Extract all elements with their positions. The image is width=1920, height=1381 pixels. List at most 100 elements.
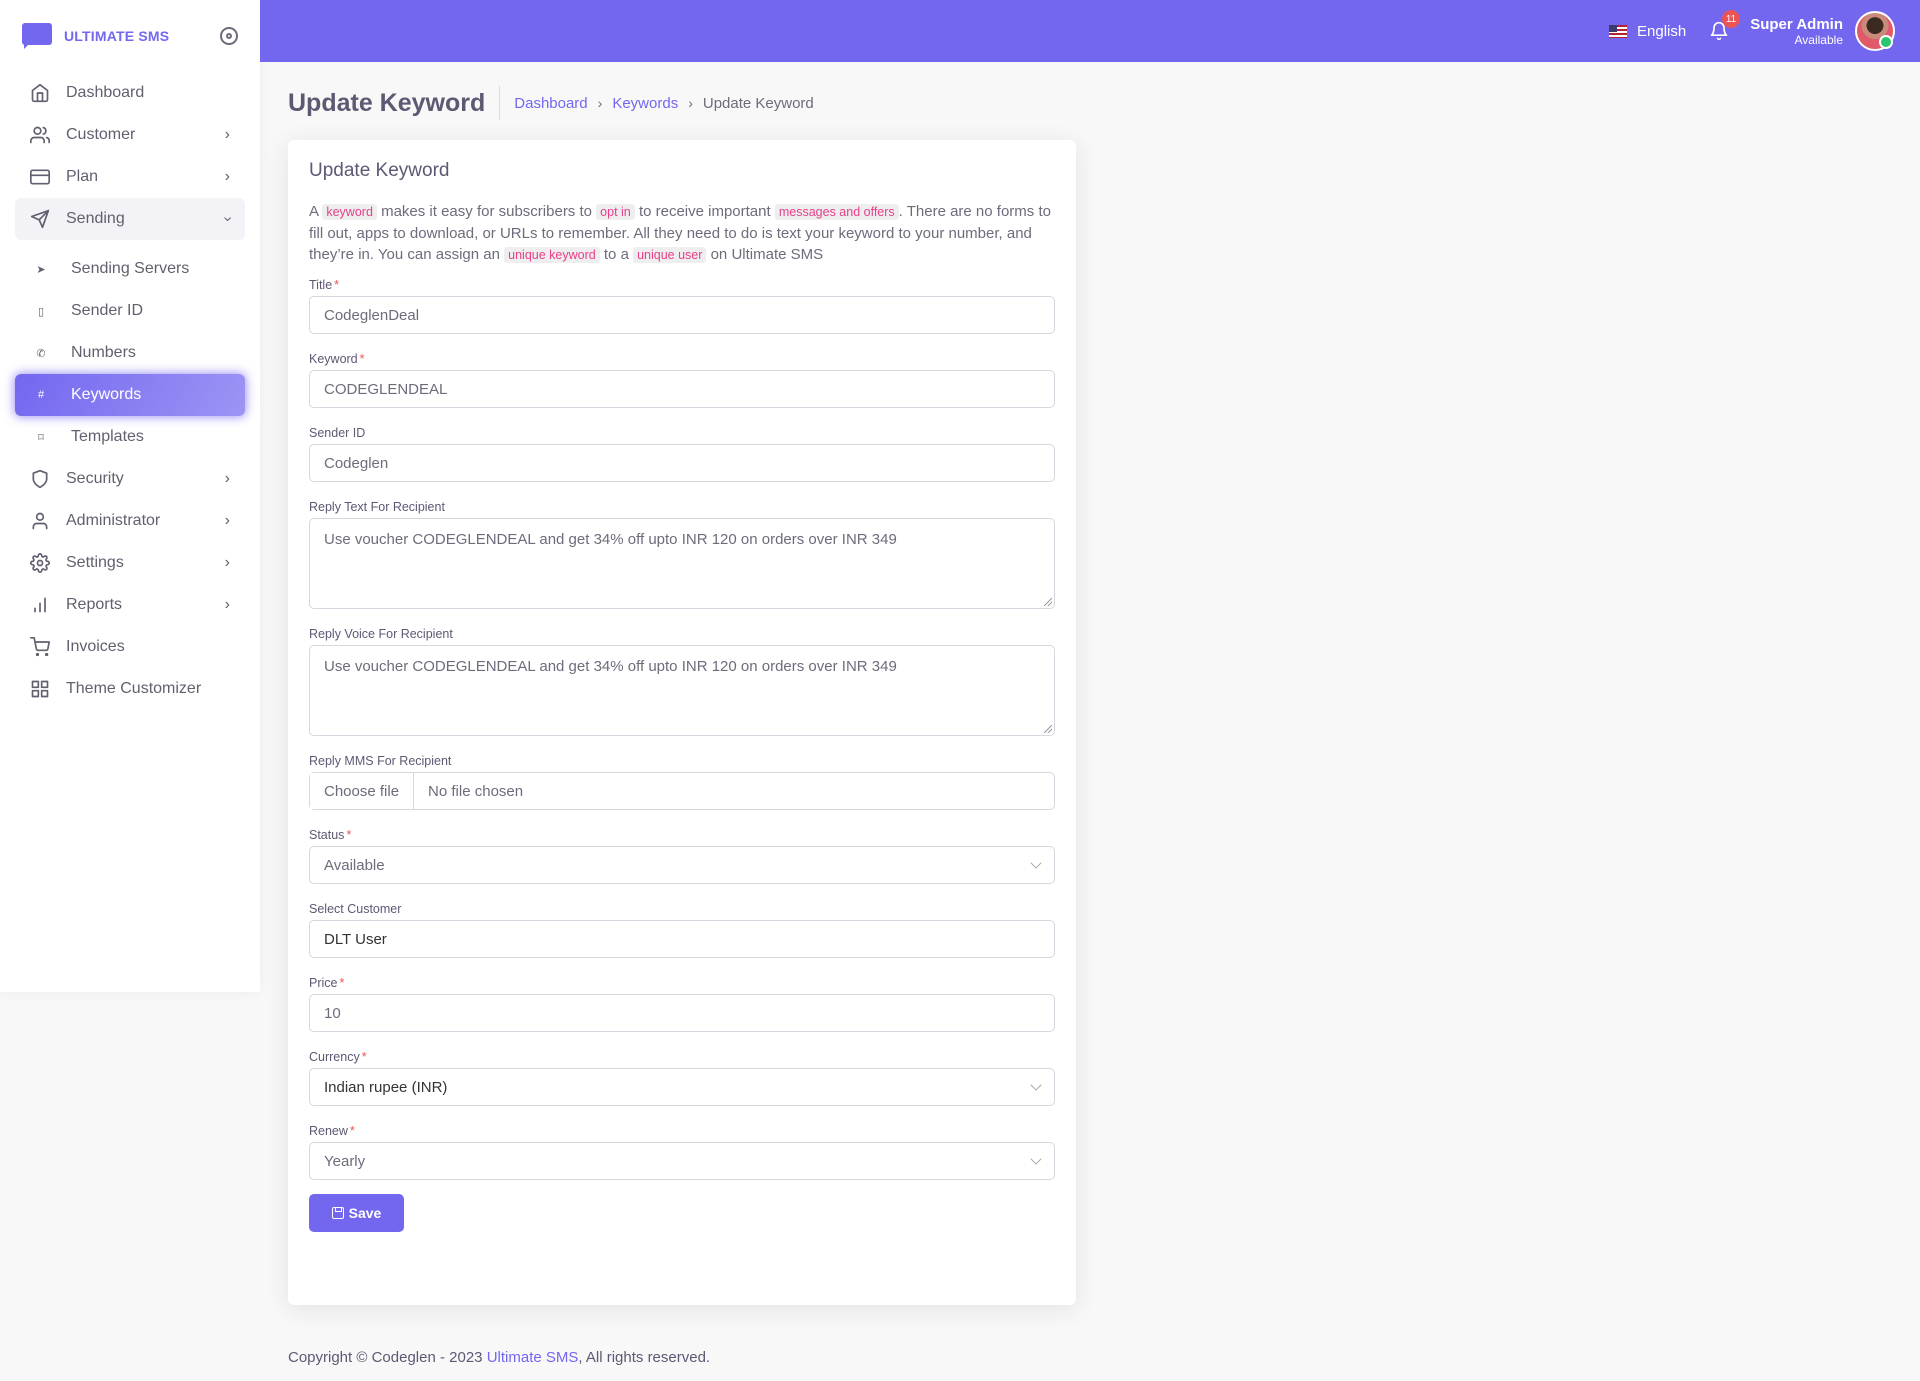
currency-field-group: Currency * Indian rupee (INR) [309, 1050, 1055, 1106]
status-selected-value: Available [324, 856, 385, 874]
top-navbar: English 11 Super Admin Available [260, 0, 1920, 62]
footer-link-ultimate-sms[interactable]: Ultimate SMS [487, 1349, 579, 1366]
sidebar-item-templates[interactable]: ⌑ Templates [15, 416, 245, 458]
breadcrumb-current: Update Keyword [702, 94, 814, 112]
sidebar-item-reports[interactable]: Reports › [15, 584, 245, 626]
page-header: Update Keyword Dashboard › Keywords › Up… [288, 86, 814, 120]
users-icon [30, 125, 50, 145]
status-label: Status * [309, 828, 1055, 842]
breadcrumb-dashboard[interactable]: Dashboard [514, 95, 587, 112]
sidebar-item-dashboard[interactable]: Dashboard [15, 72, 245, 114]
collapse-toggle-icon[interactable] [220, 27, 238, 45]
sidebar-item-sending[interactable]: Sending › [15, 198, 245, 240]
renew-label: Renew * [309, 1124, 1055, 1138]
sidebar: ULTIMATE SMS Dashboard Customer › Plan › [0, 0, 260, 992]
status-select[interactable]: Available [309, 846, 1055, 884]
user-name: Super Admin [1750, 15, 1843, 33]
renew-selected-value: Yearly [324, 1152, 366, 1170]
grid-icon [30, 679, 50, 699]
sidebar-item-label: Plan [66, 168, 99, 185]
breadcrumb-keywords[interactable]: Keywords [612, 95, 678, 112]
intro-text-segment: A [309, 203, 319, 220]
status-field-group: Status * Available [309, 828, 1055, 884]
renew-field-group: Renew * Yearly [309, 1124, 1055, 1180]
send-icon [30, 209, 50, 229]
avatar[interactable] [1855, 11, 1895, 51]
reply-voice-label: Reply Voice For Recipient [309, 627, 453, 641]
reply-text-field-group: Reply Text For Recipient Use voucher COD… [309, 500, 1055, 609]
reply-mms-label: Reply MMS For Recipient [309, 754, 452, 768]
save-button-label: Save [348, 1205, 382, 1221]
renew-select[interactable]: Yearly [309, 1142, 1055, 1180]
intro-code: keyword [322, 204, 377, 220]
us-flag-icon [1609, 24, 1627, 38]
sidebar-item-label: Customer [66, 126, 136, 143]
save-icon [331, 1207, 344, 1219]
sidebar-item-administrator[interactable]: Administrator › [15, 500, 245, 542]
title-input[interactable]: CodeglenDeal [309, 296, 1055, 334]
label-text: Renew [309, 1124, 348, 1138]
save-button[interactable]: Save [309, 1194, 404, 1232]
brand[interactable]: ULTIMATE SMS [0, 0, 260, 72]
update-keyword-card: Update Keyword A keyword makes it easy f… [288, 140, 1076, 1305]
intro-code: opt in [596, 204, 635, 220]
chevron-right-icon: › [224, 596, 230, 613]
sender-id-input[interactable]: Codeglen [309, 444, 1055, 482]
price-input[interactable]: 10 [309, 994, 1055, 1032]
label-text: Price [309, 976, 338, 990]
user-icon [30, 511, 50, 531]
footer-copyright: Copyright © Codeglen - 2023 [288, 1349, 483, 1366]
price-label: Price * [309, 976, 1055, 990]
sidebar-item-label: Numbers [71, 344, 136, 361]
reply-text-textarea[interactable]: Use voucher CODEGLENDEAL and get 34% off… [309, 518, 1055, 609]
sidebar-item-label: Sending [66, 210, 125, 227]
currency-select[interactable]: Indian rupee (INR) [309, 1068, 1055, 1106]
currency-selected-value: Indian rupee (INR) [324, 1078, 448, 1096]
intro-code: unique keyword [504, 247, 600, 263]
credit-card-icon [30, 167, 50, 187]
footer: Copyright © Codeglen - 2023 Ultimate SMS… [288, 1349, 710, 1366]
keyword-field-group: Keyword * CODEGLENDEAL [309, 352, 1055, 408]
sender-id-label: Sender ID [309, 426, 366, 440]
chevron-down-icon: › [219, 216, 237, 222]
required-marker: * [346, 828, 352, 842]
choose-file-button[interactable]: Choose file [310, 773, 415, 809]
sidebar-item-label: Administrator [66, 512, 161, 529]
bookmark-icon: ⌑ [38, 431, 44, 444]
sidebar-item-label: Reports [66, 596, 123, 613]
sidebar-item-sender-id[interactable]: ▯ Sender ID [15, 290, 245, 332]
sidebar-item-keywords[interactable]: # Keywords [15, 374, 245, 416]
sidebar-menu: Dashboard Customer › Plan › Sending › ➤ … [0, 72, 260, 710]
customer-select[interactable]: DLT User [309, 920, 1055, 958]
intro-text-segment: to a [603, 246, 629, 263]
sidebar-item-label: Sending Servers [71, 260, 190, 277]
sidebar-item-plan[interactable]: Plan › [15, 156, 245, 198]
shield-icon [30, 469, 50, 489]
sidebar-item-label: Keywords [71, 386, 142, 403]
sidebar-item-label: Dashboard [66, 84, 145, 101]
reply-mms-file-input[interactable]: Choose file No file chosen [309, 772, 1055, 810]
keyword-input[interactable]: CODEGLENDEAL [309, 370, 1055, 408]
chevron-right-icon: › [224, 554, 230, 571]
user-menu[interactable]: Super Admin Available [1750, 16, 1843, 47]
sidebar-item-theme-customizer[interactable]: Theme Customizer [15, 668, 245, 710]
reply-voice-textarea[interactable]: Use voucher CODEGLENDEAL and get 34% off… [309, 645, 1055, 736]
sidebar-item-security[interactable]: Security › [15, 458, 245, 500]
sidebar-item-sending-servers[interactable]: ➤ Sending Servers [15, 248, 245, 290]
book-icon: ▯ [37, 305, 45, 318]
notifications-button[interactable]: 11 [1708, 10, 1741, 42]
intro-text: A keyword makes it easy for subscribers … [309, 201, 1055, 266]
reply-mms-field-group: Reply MMS For Recipient Choose file No f… [309, 754, 1055, 810]
customer-label: Select Customer [309, 902, 402, 916]
sidebar-item-settings[interactable]: Settings › [15, 542, 245, 584]
language-selector[interactable]: English [1609, 23, 1686, 40]
sidebar-item-customer[interactable]: Customer › [15, 114, 245, 156]
intro-code: messages and offers [774, 204, 899, 220]
sidebar-item-label: Invoices [66, 638, 125, 655]
required-marker: * [339, 976, 345, 990]
chevron-right-icon: › [224, 126, 230, 143]
file-name-text: No file chosen [428, 782, 524, 800]
hash-icon: # [37, 389, 45, 401]
sidebar-item-numbers[interactable]: ✆ Numbers [15, 332, 245, 374]
sidebar-item-invoices[interactable]: Invoices [15, 626, 245, 668]
